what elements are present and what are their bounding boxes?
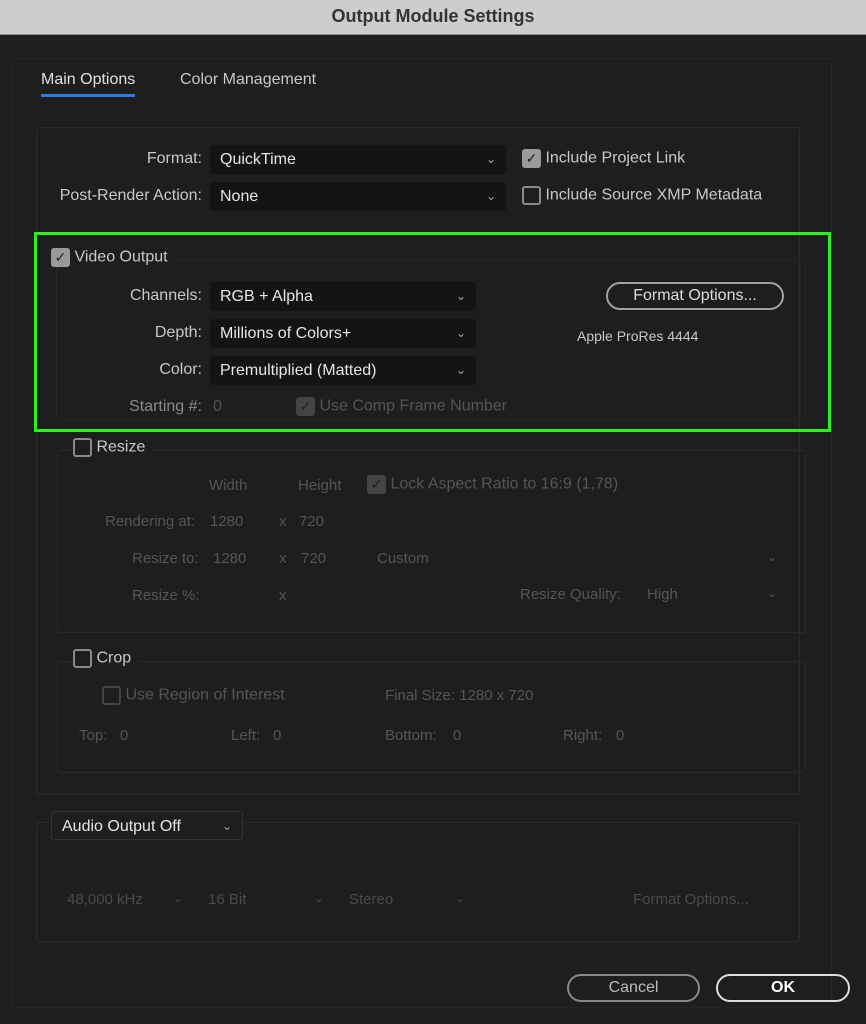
starting-value: 0: [213, 398, 222, 415]
checkmark-icon: ✓: [522, 149, 541, 168]
height-header: Height: [298, 477, 342, 494]
crop-bottom-value: 0: [453, 727, 462, 744]
resize-preset-value: Custom: [377, 550, 429, 567]
format-options-button[interactable]: Format Options...: [606, 282, 784, 310]
color-label: Color:: [159, 361, 202, 378]
checkbox-icon: [102, 686, 121, 705]
crop-left-label: Left:: [231, 727, 261, 744]
codec-label: Apple ProRes 4444: [577, 328, 699, 344]
chevron-down-icon: ⌄: [455, 326, 466, 340]
width-header: Width: [209, 477, 248, 494]
tab-color-management[interactable]: Color Management: [180, 71, 316, 89]
depth-value: Millions of Colors+: [220, 325, 352, 342]
cancel-button[interactable]: Cancel: [567, 974, 700, 1002]
chevron-down-icon: ⌄: [485, 152, 496, 166]
resize-label: Resize: [96, 438, 146, 456]
channels-value: RGB + Alpha: [220, 288, 313, 305]
include-project-link-label: Include Project Link: [545, 149, 686, 167]
use-comp-frame-checkbox: ✓ Use Comp Frame Number: [296, 397, 507, 416]
resize-width: 1280: [213, 550, 247, 567]
lock-aspect-label: Lock Aspect Ratio to 16:9 (1,78): [390, 475, 619, 493]
color-value: Premultiplied (Matted): [220, 362, 377, 379]
crop-bottom-label: Bottom:: [385, 727, 437, 744]
rendering-width: 1280: [210, 513, 244, 530]
resize-x: x: [279, 550, 287, 567]
tab-main-options[interactable]: Main Options: [41, 71, 136, 97]
use-comp-frame-label: Use Comp Frame Number: [319, 397, 508, 415]
crop-top-value: 0: [120, 727, 129, 744]
format-label: Format:: [146, 150, 202, 167]
crop-right-value: 0: [616, 727, 625, 744]
include-xmp-checkbox[interactable]: Include Source XMP Metadata: [522, 186, 762, 205]
resize-to-label: Resize to:: [132, 550, 199, 567]
rendering-height: 720: [299, 513, 325, 530]
starting-label: Starting #:: [129, 398, 202, 415]
rendering-x: x: [279, 513, 287, 530]
ok-button[interactable]: OK: [716, 974, 850, 1002]
chevron-down-icon: ⌄: [766, 586, 777, 600]
chevron-down-icon: ⌄: [454, 891, 465, 905]
chevron-down-icon: ⌄: [172, 891, 183, 905]
roi-label: Use Region of Interest: [125, 686, 285, 704]
resize-quality-label: Resize Quality:: [520, 586, 621, 603]
resize-height: 720: [301, 550, 327, 567]
post-render-label: Post-Render Action:: [59, 187, 202, 204]
channels-label: Channels:: [129, 287, 202, 304]
format-value: QuickTime: [220, 151, 296, 168]
rendering-at-label: Rendering at:: [105, 513, 196, 530]
post-render-dropdown[interactable]: None ⌄: [210, 182, 506, 211]
audio-channels-value: Stereo: [349, 891, 394, 908]
include-project-link-checkbox[interactable]: ✓ Include Project Link: [522, 149, 685, 168]
resize-quality-dropdown: High ⌄: [647, 586, 777, 603]
video-output-checkbox[interactable]: ✓ Video Output: [51, 248, 174, 267]
depth-label: Depth:: [154, 324, 202, 341]
audio-format-options-button: Format Options...: [633, 891, 749, 908]
final-size: Final Size: 1280 x 720: [385, 687, 534, 704]
resize-pct-label: Resize %:: [132, 587, 200, 604]
crop-top-label: Top:: [79, 727, 108, 744]
color-dropdown[interactable]: Premultiplied (Matted) ⌄: [210, 356, 476, 385]
format-dropdown[interactable]: QuickTime ⌄: [210, 145, 506, 174]
video-output-label: Video Output: [74, 248, 168, 266]
audio-rate-dropdown: 48,000 kHz ⌄: [67, 891, 183, 908]
audio-channels-dropdown: Stereo ⌄: [349, 891, 465, 908]
audio-output-dropdown[interactable]: Audio Output Off ⌄: [51, 811, 243, 840]
roi-checkbox: Use Region of Interest: [102, 686, 285, 705]
chevron-down-icon: ⌄: [455, 289, 466, 303]
chevron-down-icon: ⌄: [221, 819, 232, 833]
window-title: Output Module Settings: [0, 0, 866, 35]
resize-quality-value: High: [647, 586, 678, 603]
resize-preset-dropdown: Custom ⌄: [377, 550, 777, 567]
audio-rate-value: 48,000 kHz: [67, 891, 143, 908]
checkbox-icon: [522, 186, 541, 205]
chevron-down-icon: ⌄: [313, 891, 324, 905]
checkbox-icon: [73, 438, 92, 457]
resize-pct-x: x: [279, 587, 287, 604]
lock-aspect-checkbox: ✓ Lock Aspect Ratio to 16:9 (1,78): [367, 475, 618, 494]
crop-checkbox[interactable]: Crop: [73, 649, 140, 668]
audio-mode-value: Audio Output Off: [62, 818, 181, 835]
chevron-down-icon: ⌄: [485, 189, 496, 203]
audio-bits-dropdown: 16 Bit ⌄: [208, 891, 324, 908]
post-render-value: None: [220, 188, 259, 205]
crop-panel: [57, 661, 806, 773]
include-xmp-label: Include Source XMP Metadata: [545, 186, 763, 204]
crop-left-value: 0: [273, 727, 282, 744]
resize-checkbox[interactable]: Resize: [73, 438, 154, 457]
audio-bits-value: 16 Bit: [208, 891, 247, 908]
checkmark-icon: ✓: [51, 248, 70, 267]
channels-dropdown[interactable]: RGB + Alpha ⌄: [210, 282, 476, 311]
chevron-down-icon: ⌄: [455, 363, 466, 377]
crop-right-label: Right:: [563, 727, 603, 744]
checkmark-icon: ✓: [296, 397, 315, 416]
checkmark-icon: ✓: [367, 475, 386, 494]
checkbox-icon: [73, 649, 92, 668]
depth-dropdown[interactable]: Millions of Colors+ ⌄: [210, 319, 476, 348]
crop-label: Crop: [96, 649, 132, 667]
chevron-down-icon: ⌄: [766, 550, 777, 564]
